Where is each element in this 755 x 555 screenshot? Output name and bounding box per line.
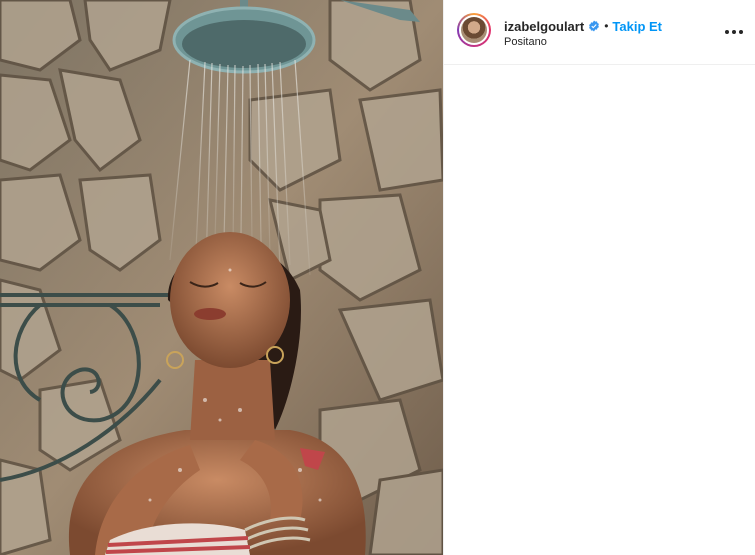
location-link[interactable]: Positano: [504, 36, 547, 48]
post-photo[interactable]: [0, 0, 443, 555]
avatar[interactable]: [457, 13, 491, 47]
username-link[interactable]: izabelgoulart: [504, 19, 584, 34]
separator-dot: •: [604, 19, 609, 33]
verified-badge-icon: [589, 20, 600, 32]
more-options-icon[interactable]: [725, 30, 743, 36]
avatar-photo: [461, 17, 487, 43]
post-sidebar: izabelgoulart • Takip Et Positano: [443, 0, 755, 555]
username-row: izabelgoulart • Takip Et: [504, 17, 662, 35]
post-header: izabelgoulart • Takip Et Positano: [444, 0, 755, 65]
follow-button[interactable]: Takip Et: [612, 19, 662, 34]
